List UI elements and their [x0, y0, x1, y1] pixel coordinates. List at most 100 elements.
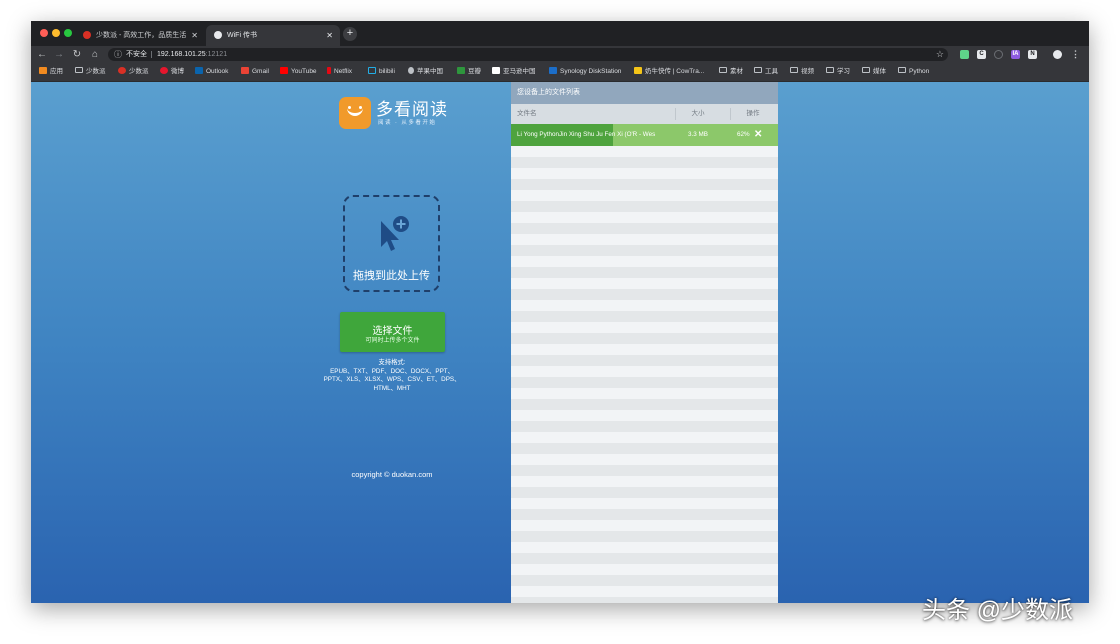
tab-wifi-transfer[interactable]: WiFi 传书 ✕ — [206, 25, 340, 46]
empty-row-stripe — [511, 201, 778, 212]
empty-row-stripe — [511, 333, 778, 344]
menu-kebab-icon[interactable]: ⋮ — [1071, 50, 1080, 59]
column-divider — [730, 108, 731, 120]
bookmark-label: 微博 — [171, 68, 184, 75]
extension-green-icon[interactable] — [960, 50, 969, 59]
empty-row-stripe — [511, 311, 778, 322]
choose-file-button[interactable]: 选择文件 可同时上传多个文件 — [340, 312, 445, 352]
info-icon[interactable]: ⓘ — [114, 48, 122, 61]
column-divider — [675, 108, 676, 120]
sspai-favicon-icon — [83, 31, 91, 39]
tab-bar: 少数派 - 高效工作，品质生活 ✕ WiFi 传书 ✕ + — [31, 21, 1089, 46]
maximize-window-button[interactable] — [64, 29, 72, 37]
bookmark-outlook[interactable]: Outlook — [195, 63, 228, 81]
drop-zone[interactable]: 拖拽到此处上传 — [343, 195, 440, 292]
new-tab-button[interactable]: + — [343, 27, 357, 41]
bookmark-gmail[interactable]: Gmail — [241, 63, 269, 81]
reload-icon[interactable]: ↻ — [71, 46, 83, 63]
url-port: :12121 — [205, 51, 228, 58]
empty-row-stripe — [511, 597, 778, 603]
browser-toolbar: ← → ↻ ⌂ ⓘ 不安全 192.168.101.25:12121 ☆ — [31, 46, 1089, 63]
file-row: Li Yong PythonJin Xing Shu Ju Fen Xi (O'… — [511, 124, 778, 146]
bookmark-douban[interactable]: 豆瓣 — [457, 63, 481, 81]
globe-favicon-icon — [214, 31, 222, 39]
bookmark-folder-study[interactable]: 学习 — [826, 63, 850, 81]
empty-row-stripe — [511, 377, 778, 388]
folder-icon — [754, 67, 762, 74]
empty-row-stripe — [511, 421, 778, 432]
cancel-upload-icon[interactable]: ✕ — [754, 124, 762, 146]
bookmark-folder-tools[interactable]: 工具 — [754, 63, 778, 81]
empty-row-stripe — [511, 355, 778, 366]
forward-arrow-icon[interactable]: → — [53, 46, 65, 63]
extension-ia-icon[interactable]: IA — [1011, 50, 1020, 59]
bookmarks-bar: 应用 少数派 少数派 微博 Outlook Gmail YouTube Netf… — [31, 63, 1089, 82]
logo-title: 多看阅读 — [376, 100, 448, 119]
weibo-icon — [160, 66, 168, 74]
duokan-logo-icon — [339, 97, 371, 129]
bookmark-folder-materials[interactable]: 素材 — [719, 63, 743, 81]
bookmark-label: 苹果中国 — [417, 68, 443, 75]
address-divider — [151, 51, 152, 58]
file-list-columns: 文件名 大小 操作 — [511, 104, 778, 124]
empty-row-stripe — [511, 157, 778, 168]
bookmark-star-icon[interactable]: ☆ — [936, 48, 944, 61]
bookmark-weibo[interactable]: 微博 — [160, 63, 184, 81]
extension-n-icon[interactable]: N — [1028, 50, 1037, 59]
extension-c-icon[interactable]: C — [977, 50, 986, 59]
douban-icon — [457, 66, 465, 74]
drop-zone-label: 拖拽到此处上传 — [353, 270, 430, 282]
youtube-icon — [280, 66, 288, 74]
bookmark-label: 应用 — [50, 68, 63, 75]
profile-avatar-icon[interactable] — [1053, 50, 1062, 59]
file-list-header: 您设备上的文件列表 — [511, 82, 778, 104]
empty-row-stripe — [511, 553, 778, 564]
bookmark-folder-python[interactable]: Python — [898, 63, 929, 81]
bookmark-apps[interactable]: 应用 — [39, 63, 63, 81]
bookmark-youtube[interactable]: YouTube — [280, 63, 317, 81]
amazon-icon — [492, 66, 500, 74]
tab-title: WiFi 传书 — [227, 32, 257, 39]
bookmark-apple-china[interactable]: 苹果中国 — [408, 63, 443, 81]
folder-icon — [862, 67, 870, 74]
copyright-text: copyright © duokan.com — [351, 470, 433, 479]
close-tab-icon[interactable]: ✕ — [326, 25, 333, 46]
tab-sspai[interactable]: 少数派 - 高效工作，品质生活 ✕ — [75, 25, 205, 46]
bookmark-sspai[interactable]: 少数派 — [118, 63, 149, 81]
synology-icon — [549, 66, 557, 74]
bookmark-cowtransfer[interactable]: 奶牛快传 | CowTra... — [634, 63, 704, 81]
bookmark-bilibili[interactable]: bilibili — [368, 63, 395, 81]
file-size: 3.3 MB — [688, 131, 708, 138]
bookmark-label: Python — [909, 68, 930, 75]
outlook-icon — [195, 66, 203, 74]
bookmark-folder-video[interactable]: 视频 — [790, 63, 814, 81]
minimize-window-button[interactable] — [52, 29, 60, 37]
cowtransfer-icon — [634, 66, 642, 74]
formats-line: EPUB、TXT、PDF、DOC、DOCX、PPT、 — [330, 367, 454, 375]
bookmark-folder-media[interactable]: 媒体 — [862, 63, 886, 81]
back-arrow-icon[interactable]: ← — [36, 46, 48, 63]
netflix-icon — [327, 66, 331, 74]
bookmark-label: 少数派 — [129, 68, 149, 75]
close-window-button[interactable] — [40, 29, 48, 37]
bookmark-netflix[interactable]: Netflix — [327, 63, 352, 81]
bookmark-amazon-china[interactable]: 亚马逊中国 — [492, 63, 536, 81]
address-bar[interactable]: ⓘ 不安全 192.168.101.25:12121 ☆ — [108, 48, 948, 61]
empty-row-stripe — [511, 575, 778, 586]
bookmark-label: Synology DiskStation — [560, 68, 622, 75]
home-icon[interactable]: ⌂ — [89, 46, 101, 63]
url-text: 192.168.101.25:12121 — [157, 48, 227, 61]
empty-row-stripe — [511, 487, 778, 498]
bookmark-label: 少数派 — [86, 68, 106, 75]
bookmark-folder-sspai[interactable]: 少数派 — [75, 63, 106, 81]
sspai-icon — [118, 66, 126, 74]
bookmark-label: YouTube — [291, 68, 317, 75]
bookmark-label: 视频 — [801, 68, 814, 75]
close-tab-icon[interactable]: ✕ — [191, 25, 198, 46]
extension-disabled-icon[interactable] — [994, 50, 1003, 59]
bookmark-label: 媒体 — [873, 68, 886, 75]
empty-row-stripe — [511, 531, 778, 542]
bookmark-synology[interactable]: Synology DiskStation — [549, 63, 621, 81]
empty-row-stripe — [511, 223, 778, 234]
bookmark-label: bilibili — [379, 68, 395, 75]
